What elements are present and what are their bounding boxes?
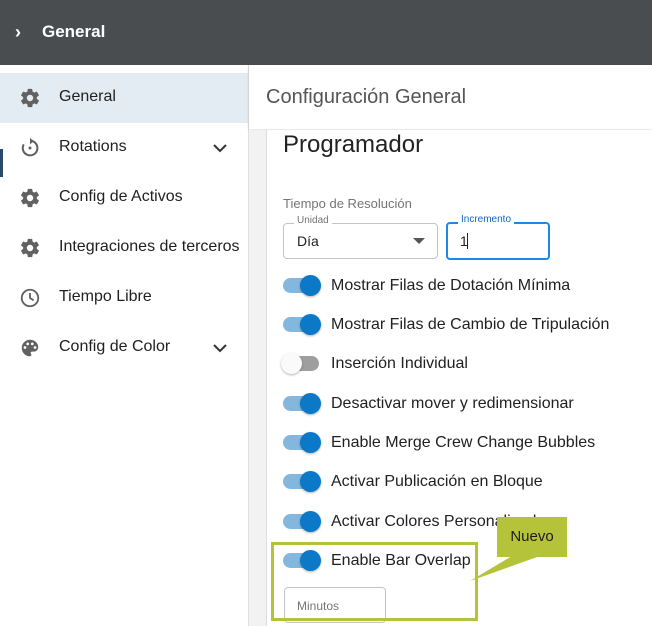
new-callout: Nuevo	[497, 517, 567, 557]
callout-label: Nuevo	[510, 528, 554, 545]
